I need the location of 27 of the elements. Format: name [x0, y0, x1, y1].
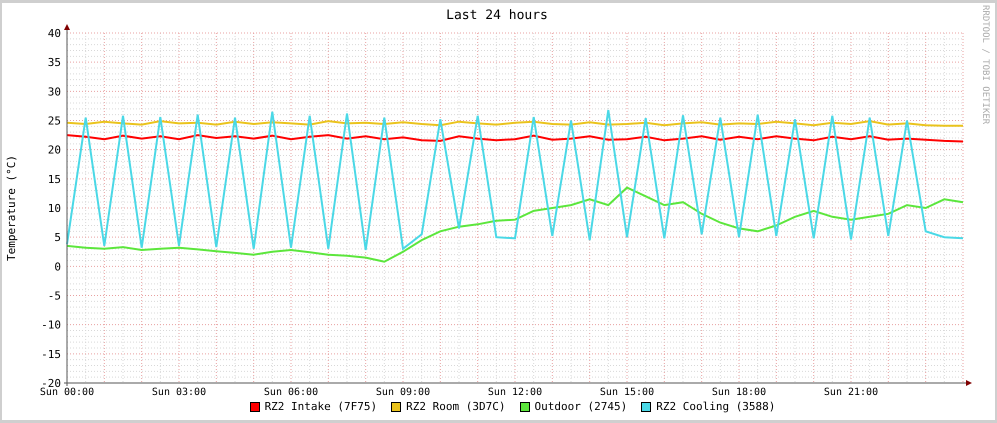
- legend-label: RZ2 Cooling (3588): [656, 400, 776, 414]
- x-tick-label: Sun 15:00: [600, 387, 654, 398]
- y-tick-label: 40: [48, 27, 61, 40]
- x-tick-label: Sun 09:00: [376, 387, 430, 398]
- y-tick-label: 5: [54, 231, 61, 244]
- y-tick-label: 25: [48, 114, 61, 128]
- y-tick-label: 0: [54, 260, 61, 274]
- y-tick-label: 15: [48, 172, 61, 186]
- y-tick-label: 20: [48, 144, 61, 157]
- x-tick-label: Sun 00:00: [40, 387, 94, 398]
- x-tick-label: Sun 18:00: [712, 387, 766, 398]
- y-axis-label: Temperature (°C): [5, 155, 18, 261]
- legend-label: Outdoor (2745): [534, 400, 628, 414]
- y-tick-label: 30: [48, 85, 61, 98]
- y-tick-label: 35: [48, 56, 61, 70]
- x-tick-label: Sun 21:00: [824, 387, 878, 398]
- legend-label: RZ2 Room (3D7C): [406, 400, 506, 414]
- chart-title: Last 24 hours: [446, 8, 548, 23]
- y-tick-label: 10: [48, 202, 61, 215]
- y-tick-label: -15: [41, 348, 61, 361]
- legend-label: RZ2 Intake (7F75): [264, 400, 378, 414]
- x-tick-label: Sun 03:00: [152, 387, 206, 398]
- y-tick-label: -5: [48, 290, 61, 302]
- x-tick-label: Sun 06:00: [264, 387, 318, 398]
- credit-text: RRDTOOL / TOBI OETIKER: [980, 5, 990, 124]
- y-tick-label: -10: [41, 318, 61, 332]
- x-tick-label: Sun 12:00: [488, 387, 542, 398]
